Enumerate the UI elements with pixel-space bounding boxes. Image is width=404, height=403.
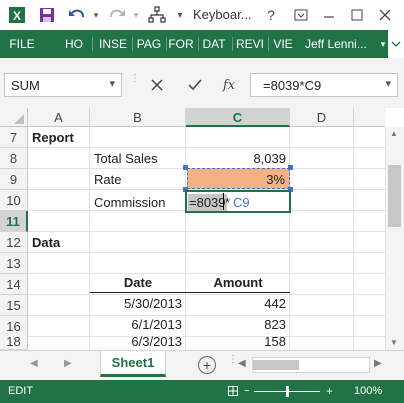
formula-text: =8039*C9 bbox=[263, 78, 322, 93]
column-header-e[interactable] bbox=[354, 108, 385, 127]
formula-bar-grip[interactable]: ⋮ bbox=[130, 74, 140, 94]
row-header-12[interactable]: 12 bbox=[0, 232, 28, 253]
active-cell-c11[interactable]: =8039 * C9 bbox=[185, 190, 291, 213]
row-header-14[interactable]: 14 bbox=[0, 274, 28, 295]
redo-dropdown-icon[interactable]: ▾ bbox=[130, 4, 142, 26]
redo-icon[interactable] bbox=[106, 4, 128, 26]
tab-split-grip[interactable]: ⋮ bbox=[228, 355, 238, 365]
ribbon-toggle[interactable] bbox=[388, 30, 404, 58]
next-sheet-icon[interactable]: ▶ bbox=[64, 358, 72, 369]
tab-separator bbox=[92, 37, 93, 51]
cell-c9[interactable]: 3% bbox=[187, 168, 290, 189]
restore-icon[interactable] bbox=[290, 4, 312, 26]
tab-home[interactable]: HO bbox=[60, 30, 88, 58]
row-header-18[interactable]: 18 bbox=[0, 332, 28, 350]
cell-a13[interactable]: Data bbox=[28, 232, 90, 253]
tab-file[interactable]: FILE bbox=[0, 30, 44, 58]
window-title: Keyboar... bbox=[193, 7, 252, 22]
formula-number-token: =8039 bbox=[188, 194, 227, 211]
formula-operator-token: * bbox=[225, 195, 231, 210]
vertical-scrollbar[interactable] bbox=[385, 127, 404, 350]
row-header-8[interactable]: 8 bbox=[0, 148, 28, 169]
undo-icon[interactable] bbox=[66, 4, 88, 26]
chevron-down-icon[interactable]: ▾ bbox=[109, 77, 115, 90]
sheet-tab-bar: ◀ ▶ Sheet1 + ⋮ ◀ ▶ bbox=[0, 350, 404, 380]
help-icon[interactable]: ? bbox=[262, 4, 280, 26]
tab-insert[interactable]: INSE bbox=[96, 30, 130, 58]
tab-formulas[interactable]: FOR bbox=[166, 30, 196, 58]
tab-view[interactable]: VIE bbox=[268, 30, 298, 58]
mode-indicator: EDIT bbox=[8, 385, 34, 397]
zoom-out-icon[interactable]: − bbox=[244, 387, 250, 397]
undo-dropdown-icon[interactable]: ▾ bbox=[90, 4, 102, 26]
column-header-d[interactable]: D bbox=[290, 108, 354, 127]
status-bar: EDIT − + 100% bbox=[0, 380, 404, 403]
help-label: ? bbox=[267, 7, 275, 23]
tab-separator bbox=[132, 37, 133, 51]
expand-formula-bar-icon[interactable]: ▾ bbox=[385, 77, 391, 90]
scroll-up-icon[interactable]: ▲ bbox=[390, 129, 398, 138]
vertical-scroll-thumb[interactable] bbox=[388, 165, 401, 227]
cell-b18[interactable]: 6/3/2013 bbox=[90, 332, 186, 350]
cell-c8[interactable]: 8,039 bbox=[186, 148, 290, 169]
user-dropdown-icon[interactable]: ▾ bbox=[378, 30, 388, 58]
tab-page-layout[interactable]: PAG bbox=[134, 30, 164, 58]
cell-b8[interactable]: Total Sales bbox=[90, 148, 186, 169]
formula-reference-token: C9 bbox=[233, 195, 250, 210]
cell-b16[interactable]: 5/30/2013 bbox=[90, 293, 186, 314]
name-box[interactable]: SUM ▾ bbox=[4, 73, 122, 97]
prev-sheet-icon[interactable]: ◀ bbox=[30, 358, 38, 369]
sheet-tab-sheet1[interactable]: Sheet1 bbox=[100, 351, 166, 377]
range-handle[interactable] bbox=[288, 165, 293, 170]
column-header-c[interactable]: C bbox=[186, 108, 290, 127]
row-header-13[interactable]: 13 bbox=[0, 253, 28, 274]
row-header-10[interactable]: 10 bbox=[0, 190, 28, 211]
name-box-value: SUM bbox=[11, 78, 40, 93]
tab-review[interactable]: REVI bbox=[233, 30, 267, 58]
row-header-15[interactable]: 15 bbox=[0, 295, 28, 316]
text-cursor bbox=[223, 193, 224, 210]
column-header-a[interactable]: A bbox=[28, 108, 90, 127]
column-header-b[interactable]: B bbox=[90, 108, 186, 127]
maximize-icon[interactable] bbox=[346, 4, 368, 26]
tab-data[interactable]: DAT bbox=[198, 30, 230, 58]
customize-qat-icon[interactable]: ▾ bbox=[172, 4, 188, 26]
minimize-icon[interactable] bbox=[318, 4, 340, 26]
formula-input[interactable]: =8039*C9 ▾ bbox=[250, 73, 398, 97]
new-sheet-icon[interactable]: + bbox=[198, 356, 216, 374]
close-icon[interactable] bbox=[374, 4, 396, 26]
excel-logo-icon[interactable]: X bbox=[6, 4, 28, 26]
insert-function-label: fx bbox=[222, 77, 236, 93]
normal-view-icon[interactable] bbox=[228, 386, 238, 396]
cell-c15[interactable]: Amount bbox=[186, 272, 290, 293]
row-header-11[interactable]: 11 bbox=[0, 211, 28, 232]
cell-a7[interactable]: Report bbox=[28, 127, 90, 148]
cancel-entry-icon[interactable] bbox=[142, 73, 172, 97]
cell-b9[interactable]: Rate bbox=[90, 169, 186, 190]
zoom-slider-thumb[interactable] bbox=[286, 386, 289, 397]
tree-icon[interactable] bbox=[146, 4, 168, 26]
scroll-right-icon[interactable]: ▶ bbox=[374, 358, 382, 369]
select-all-corner[interactable] bbox=[0, 108, 28, 127]
scroll-left-icon[interactable]: ◀ bbox=[238, 358, 246, 369]
title-bar: X ▾ ▾ ▾ Keyboar... ? bbox=[0, 0, 404, 30]
svg-text:X: X bbox=[13, 9, 21, 23]
user-account[interactable]: Jeff Lenni... bbox=[305, 30, 377, 58]
cell-c18[interactable]: 158 bbox=[186, 332, 290, 350]
zoom-in-icon[interactable]: + bbox=[326, 384, 333, 398]
ribbon-tab-bar: FILE HO INSE PAG FOR DAT REVI VIE Jeff L… bbox=[0, 30, 404, 58]
cell-c16[interactable]: 442 bbox=[186, 293, 290, 314]
row-header-9[interactable]: 9 bbox=[0, 169, 28, 190]
row-header-7[interactable]: 7 bbox=[0, 127, 28, 148]
zoom-level[interactable]: 100% bbox=[354, 385, 382, 397]
cell-b15[interactable]: Date bbox=[90, 272, 186, 293]
scroll-down-icon[interactable]: ▼ bbox=[390, 338, 398, 347]
save-icon[interactable] bbox=[36, 4, 58, 26]
range-handle[interactable] bbox=[183, 165, 188, 170]
confirm-entry-icon[interactable] bbox=[180, 73, 210, 97]
insert-function-icon[interactable]: fx bbox=[214, 73, 244, 97]
horizontal-scroll-thumb[interactable] bbox=[253, 360, 299, 370]
cell-b11[interactable]: Commission bbox=[90, 192, 186, 213]
horizontal-scrollbar[interactable] bbox=[252, 357, 370, 373]
